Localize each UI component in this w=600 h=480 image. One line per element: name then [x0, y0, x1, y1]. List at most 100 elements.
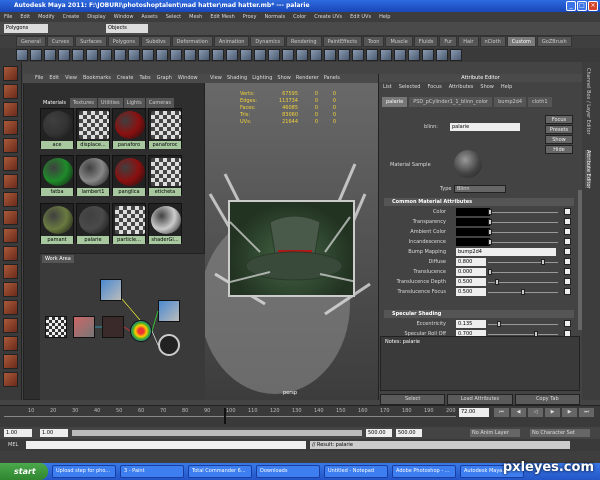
attribute-slider[interactable] [488, 262, 558, 263]
tool-icon[interactable] [3, 156, 18, 171]
shelf-tab-fur[interactable]: Fur [439, 36, 458, 47]
shelf-tool-icon[interactable] [226, 49, 238, 61]
hypershade-tab-lights[interactable]: Lights [123, 98, 145, 108]
attribute-slider[interactable] [488, 272, 558, 273]
shelf-tool-icon[interactable] [408, 49, 420, 61]
tool-icon[interactable] [3, 192, 18, 207]
end-time-field[interactable]: 500.00 [396, 429, 422, 437]
shelf-tab-hair[interactable]: Hair [458, 36, 479, 47]
attribute-editor-tab[interactable]: Attribute Editor [585, 150, 591, 189]
ae-menu-item[interactable]: List [383, 82, 392, 92]
type-dropdown[interactable]: Blinn [454, 185, 506, 193]
menu-assets[interactable]: Assets [141, 12, 157, 22]
shelf-tool-icon[interactable] [282, 49, 294, 61]
slider-knob[interactable] [488, 209, 492, 215]
ae-menu-item[interactable]: Show [480, 82, 494, 92]
slider-knob[interactable] [540, 259, 545, 265]
hypershade-menu-item[interactable]: Create [117, 74, 134, 83]
shelf-tool-icon[interactable] [16, 49, 28, 61]
shelf-tool-icon[interactable] [310, 49, 322, 61]
tool-icon[interactable] [3, 102, 18, 117]
ae-focus-button[interactable]: Focus [545, 115, 573, 124]
map-button[interactable] [564, 218, 571, 225]
shelf-tool-icon[interactable] [212, 49, 224, 61]
attribute-value-field[interactable]: 0.000 [456, 268, 486, 276]
tool-icon[interactable] [3, 264, 18, 279]
attribute-value-field[interactable]: 0.135 [456, 320, 486, 328]
ae-hide-button[interactable]: Hide [545, 145, 573, 154]
ae-menu-item[interactable]: Attributes [449, 82, 474, 92]
step-back-icon[interactable]: ◀ [511, 408, 526, 417]
menu-display[interactable]: Display [87, 12, 105, 22]
material-swatch[interactable]: eticheta [148, 155, 182, 197]
shelf-tool-icon[interactable] [156, 49, 168, 61]
shelf-tab-deformation[interactable]: Deformation [171, 36, 213, 47]
go-start-icon[interactable]: ⏮ [494, 408, 509, 417]
shelf-tab-painteffects[interactable]: PaintEffects [322, 36, 362, 47]
attribute-slider[interactable] [488, 242, 558, 243]
viewport-menu-item[interactable]: Lighting [252, 74, 272, 83]
range-bar[interactable] [72, 430, 362, 436]
material-swatch[interactable]: particle... [112, 202, 146, 244]
slider-knob[interactable] [488, 219, 492, 225]
attribute-value-field[interactable]: 0.800 [456, 258, 486, 266]
color-swatch[interactable] [456, 238, 490, 246]
shelf-tool-icon[interactable] [254, 49, 266, 61]
shelf-tab-surfaces[interactable]: Surfaces [75, 36, 107, 47]
ae-select-button[interactable]: Select [380, 394, 446, 405]
slider-knob[interactable] [488, 269, 492, 275]
notes-field[interactable]: Notes: palarie [380, 336, 580, 391]
mel-input[interactable] [26, 441, 306, 449]
shelf-tool-icon[interactable] [100, 49, 112, 61]
shelf-tab-custom[interactable]: Custom [506, 36, 536, 47]
material-swatch[interactable]: lambert1 [76, 155, 110, 197]
mode-dropdown[interactable]: Polygons [4, 24, 48, 33]
shelf-tool-icon[interactable] [450, 49, 462, 61]
slider-knob[interactable] [488, 239, 492, 245]
color-swatch[interactable] [456, 218, 490, 226]
shelf-tool-icon[interactable] [142, 49, 154, 61]
current-frame-field[interactable]: 72.00 [459, 408, 489, 417]
hypershade-menu-item[interactable]: Tabs [140, 74, 151, 83]
play-back-icon[interactable]: ◁ [528, 408, 543, 417]
shelf-tool-icon[interactable] [86, 49, 98, 61]
shelf-tool-icon[interactable] [394, 49, 406, 61]
viewport-menu-item[interactable]: Renderer [296, 74, 319, 83]
shelf-tab-gozbrush[interactable]: GoZBrush [536, 36, 572, 47]
menu-modify[interactable]: Modify [38, 12, 55, 22]
start-time-field[interactable]: 1.00 [4, 429, 32, 437]
map-button[interactable] [564, 320, 571, 327]
menu-proxy[interactable]: Proxy [243, 12, 257, 22]
shelf-tool-icon[interactable] [170, 49, 182, 61]
ae-menu-item[interactable]: Selected [399, 82, 421, 92]
ae-tab[interactable]: bump2d4 [494, 97, 527, 107]
taskbar-item[interactable]: Untitled - Notepad [324, 465, 388, 478]
shelf-tool-icon[interactable] [296, 49, 308, 61]
tool-icon[interactable] [3, 66, 18, 81]
material-swatch[interactable]: panglica [112, 155, 146, 197]
shelf-tool-icon[interactable] [44, 49, 56, 61]
ae-copy-tab-button[interactable]: Copy Tab [514, 394, 580, 405]
shelf-tool-icon[interactable] [128, 49, 140, 61]
shelf-tab-ncloth[interactable]: nCloth [479, 36, 506, 47]
menu-mesh[interactable]: Mesh [189, 12, 202, 22]
minimize-button[interactable]: _ [566, 1, 576, 11]
ae-menu-item[interactable]: Focus [427, 82, 441, 92]
menu-edit-uvs[interactable]: Edit UVs [350, 12, 371, 22]
shelf-tool-icon[interactable] [268, 49, 280, 61]
hypershade-menu-item[interactable]: View [65, 74, 77, 83]
node-name-field[interactable]: palarie [450, 123, 520, 131]
tool-icon[interactable] [3, 300, 18, 315]
playback-end-field[interactable]: 500.00 [366, 429, 392, 437]
map-button[interactable] [564, 228, 571, 235]
shelf-tab-fluids[interactable]: Fluids [413, 36, 439, 47]
ae-tab[interactable]: PSD_pCylinder1_1_blinn_color [409, 97, 493, 107]
hypershade-tab-textures[interactable]: Textures [69, 98, 97, 108]
taskbar-item[interactable]: Upload step for pho... [52, 465, 116, 478]
taskbar-item[interactable]: Adobe Photoshop - ... [392, 465, 456, 478]
menu-create-uvs[interactable]: Create UVs [314, 12, 342, 22]
menu-file[interactable]: File [4, 12, 12, 22]
menu-edit[interactable]: Edit [20, 12, 30, 22]
hypershade-menu-item[interactable]: Bookmarks [83, 74, 111, 83]
material-swatch[interactable]: fatba [40, 155, 74, 197]
